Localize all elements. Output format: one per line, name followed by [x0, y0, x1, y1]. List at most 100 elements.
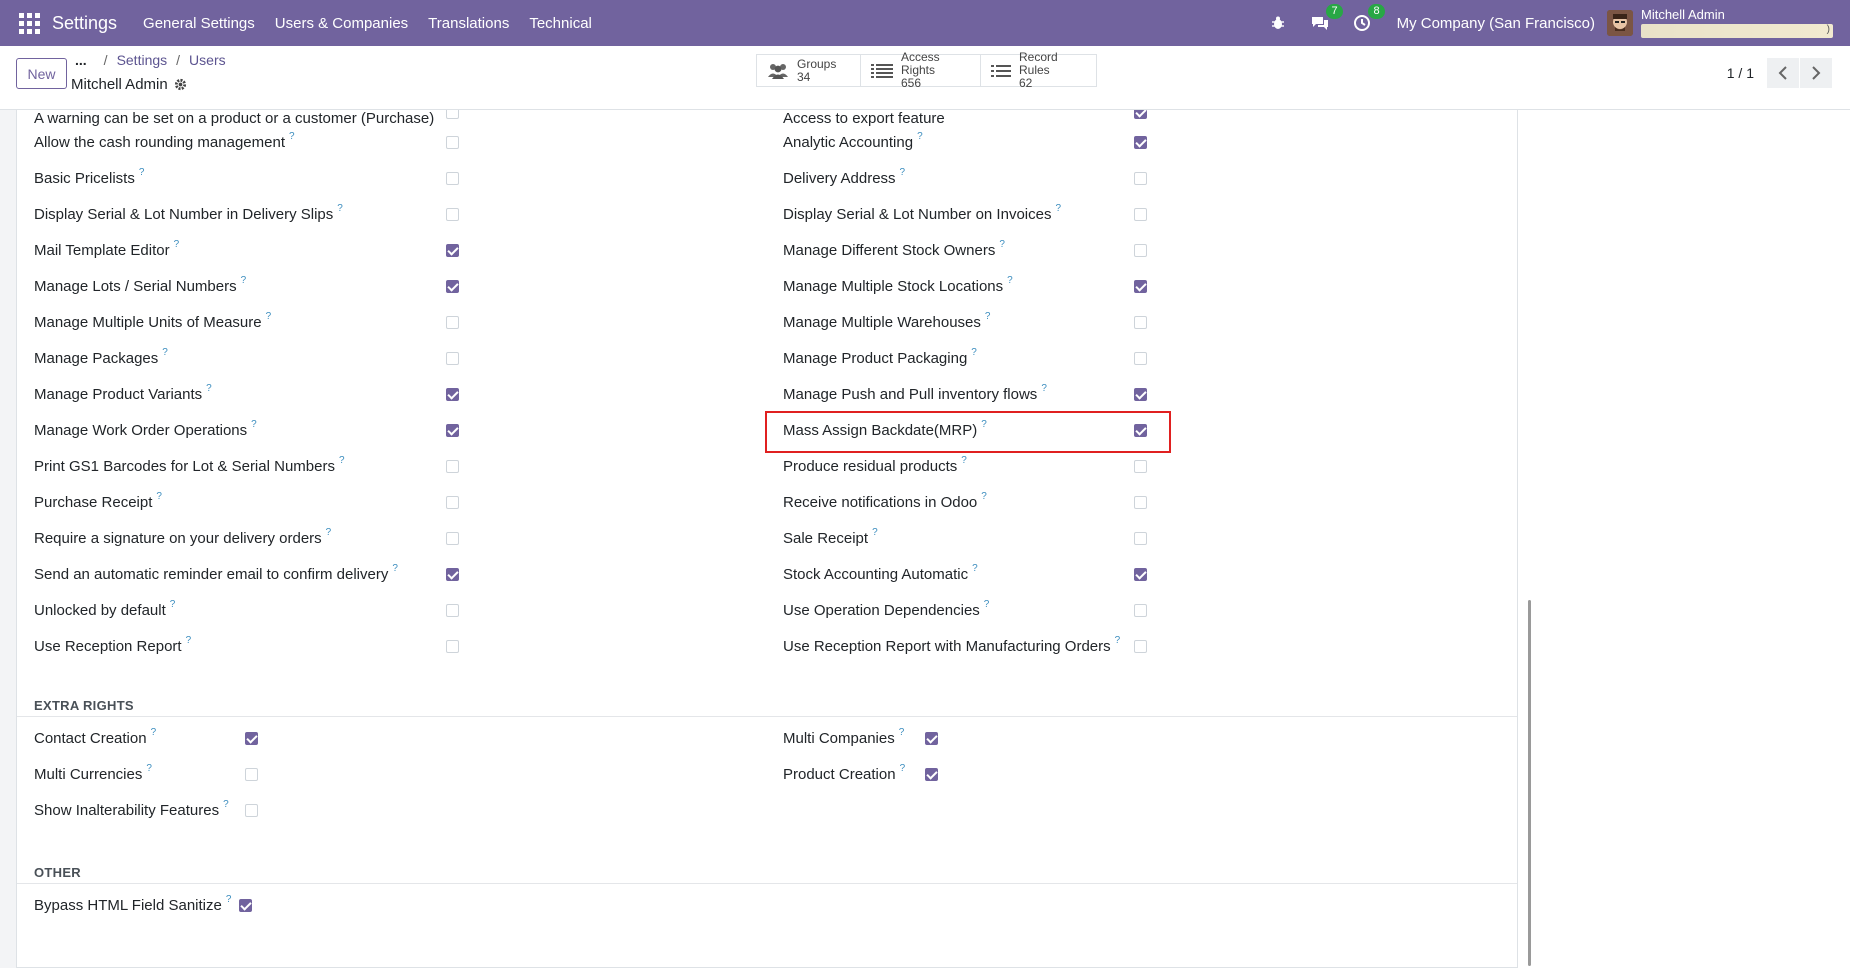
setting-checkbox-show-inalterability-features[interactable] — [245, 804, 258, 817]
help-tooltip-icon[interactable]: ? — [206, 383, 212, 394]
setting-checkbox-produce-residual-products[interactable] — [1134, 460, 1147, 473]
setting-checkbox-multi-currencies[interactable] — [245, 768, 258, 781]
setting-label[interactable]: Use Reception Report — [34, 638, 182, 655]
setting-checkbox-bypass-html-field-sanitize[interactable] — [239, 899, 252, 912]
help-tooltip-icon[interactable]: ? — [251, 419, 257, 430]
help-tooltip-icon[interactable]: ? — [1115, 635, 1121, 646]
help-tooltip-icon[interactable]: ? — [174, 239, 180, 250]
setting-label[interactable]: Manage Multiple Units of Measure — [34, 314, 262, 331]
setting-label[interactable]: Purchase Receipt — [34, 494, 152, 511]
help-tooltip-icon[interactable]: ? — [139, 167, 145, 178]
setting-checkbox-purchase-receipt[interactable] — [446, 496, 459, 509]
user-menu[interactable]: Mitchell Admin ) — [1641, 3, 1833, 43]
setting-checkbox-use-operation-dependencies[interactable] — [1134, 604, 1147, 617]
setting-checkbox-unlocked-by-default[interactable] — [446, 604, 459, 617]
setting-label[interactable]: Mail Template Editor — [34, 242, 170, 259]
help-tooltip-icon[interactable]: ? — [900, 763, 906, 774]
scrollbar[interactable] — [1528, 600, 1531, 966]
setting-label[interactable]: Manage Product Variants — [34, 386, 202, 403]
setting-checkbox-use-reception-report[interactable] — [446, 640, 459, 653]
setting-checkbox-print-gs1-barcodes-for-lot-serial-numbers[interactable] — [446, 460, 459, 473]
help-tooltip-icon[interactable]: ? — [156, 491, 162, 502]
setting-label[interactable]: Manage Work Order Operations — [34, 422, 247, 439]
pager-previous-button[interactable] — [1767, 58, 1799, 88]
debug-bug-icon[interactable] — [1267, 12, 1289, 34]
app-brand[interactable]: Settings — [52, 13, 117, 34]
breadcrumb-settings[interactable]: Settings — [117, 52, 168, 68]
setting-label[interactable]: Manage Lots / Serial Numbers — [34, 278, 237, 295]
setting-label[interactable]: Stock Accounting Automatic — [783, 566, 968, 583]
menu-general-settings[interactable]: General Settings — [143, 15, 255, 32]
setting-label[interactable]: Sale Receipt — [783, 530, 868, 547]
help-tooltip-icon[interactable]: ? — [899, 727, 905, 738]
menu-users-companies[interactable]: Users & Companies — [275, 15, 408, 32]
setting-label[interactable]: Analytic Accounting — [783, 134, 913, 151]
help-tooltip-icon[interactable]: ? — [326, 527, 332, 538]
setting-checkbox-send-an-automatic-reminder-email-to-confirm-delivery[interactable] — [446, 568, 459, 581]
help-tooltip-icon[interactable]: ? — [266, 311, 272, 322]
setting-label[interactable]: Contact Creation — [34, 730, 147, 747]
setting-checkbox-display-serial-lot-number-in-delivery-slips[interactable] — [446, 208, 459, 221]
setting-checkbox-stock-accounting-automatic[interactable] — [1134, 568, 1147, 581]
help-tooltip-icon[interactable]: ? — [186, 635, 192, 646]
help-tooltip-icon[interactable]: ? — [146, 763, 152, 774]
setting-checkbox-partial-right[interactable] — [1134, 110, 1147, 119]
help-tooltip-icon[interactable]: ? — [1041, 383, 1047, 394]
setting-checkbox-manage-product-variants[interactable] — [446, 388, 459, 401]
help-tooltip-icon[interactable]: ? — [981, 491, 987, 502]
setting-label[interactable]: Manage Multiple Stock Locations — [783, 278, 1003, 295]
breadcrumb-more[interactable]: ... — [75, 52, 87, 68]
pager-next-button[interactable] — [1800, 58, 1832, 88]
help-tooltip-icon[interactable]: ? — [900, 167, 906, 178]
help-tooltip-icon[interactable]: ? — [984, 599, 990, 610]
setting-label[interactable]: Use Operation Dependencies — [783, 602, 980, 619]
setting-checkbox-manage-different-stock-owners[interactable] — [1134, 244, 1147, 257]
help-tooltip-icon[interactable]: ? — [223, 799, 229, 810]
help-tooltip-icon[interactable]: ? — [985, 311, 991, 322]
help-tooltip-icon[interactable]: ? — [337, 203, 343, 214]
gear-icon[interactable] — [174, 78, 187, 91]
help-tooltip-icon[interactable]: ? — [241, 275, 247, 286]
help-tooltip-icon[interactable]: ? — [972, 563, 978, 574]
setting-checkbox-basic-pricelists[interactable] — [446, 172, 459, 185]
help-tooltip-icon[interactable]: ? — [289, 131, 295, 142]
setting-checkbox-contact-creation[interactable] — [245, 732, 258, 745]
setting-label[interactable]: Bypass HTML Field Sanitize — [34, 897, 222, 914]
setting-checkbox-multi-companies[interactable] — [925, 732, 938, 745]
company-switcher[interactable]: My Company (San Francisco) — [1397, 15, 1595, 32]
setting-checkbox-manage-multiple-warehouses[interactable] — [1134, 316, 1147, 329]
setting-checkbox-manage-push-and-pull-inventory-flows[interactable] — [1134, 388, 1147, 401]
help-tooltip-icon[interactable]: ? — [917, 131, 923, 142]
new-button[interactable]: New — [16, 58, 67, 89]
setting-checkbox-sale-receipt[interactable] — [1134, 532, 1147, 545]
setting-label[interactable]: Delivery Address — [783, 170, 896, 187]
setting-checkbox-manage-multiple-stock-locations[interactable] — [1134, 280, 1147, 293]
setting-label[interactable]: Manage Push and Pull inventory flows — [783, 386, 1037, 403]
setting-label[interactable]: Unlocked by default — [34, 602, 166, 619]
pager-value[interactable]: 1 / 1 — [1727, 65, 1754, 81]
menu-technical[interactable]: Technical — [529, 15, 592, 32]
setting-checkbox-manage-multiple-units-of-measure[interactable] — [446, 316, 459, 329]
setting-label[interactable]: Manage Different Stock Owners — [783, 242, 995, 259]
setting-checkbox-manage-product-packaging[interactable] — [1134, 352, 1147, 365]
setting-label[interactable]: Print GS1 Barcodes for Lot & Serial Numb… — [34, 458, 335, 475]
setting-label[interactable]: Receive notifications in Odoo — [783, 494, 977, 511]
setting-checkbox-display-serial-lot-number-on-invoices[interactable] — [1134, 208, 1147, 221]
help-tooltip-icon[interactable]: ? — [162, 347, 168, 358]
setting-checkbox-manage-packages[interactable] — [446, 352, 459, 365]
setting-checkbox-manage-lots-serial-numbers[interactable] — [446, 280, 459, 293]
setting-checkbox-delivery-address[interactable] — [1134, 172, 1147, 185]
setting-checkbox-manage-work-order-operations[interactable] — [446, 424, 459, 437]
setting-label[interactable]: Multi Companies — [783, 730, 895, 747]
help-tooltip-icon[interactable]: ? — [999, 239, 1005, 250]
apps-menu-icon[interactable] — [16, 10, 42, 36]
groups-smart-button[interactable]: Groups 34 — [757, 55, 861, 86]
setting-label[interactable]: Require a signature on your delivery ord… — [34, 530, 322, 547]
chat-icon[interactable]: 7 — [1309, 4, 1343, 34]
help-tooltip-icon[interactable]: ? — [339, 455, 345, 466]
setting-label[interactable]: Show Inalterability Features — [34, 802, 219, 819]
setting-label[interactable]: Use Reception Report with Manufacturing … — [783, 638, 1111, 655]
help-tooltip-icon[interactable]: ? — [151, 727, 157, 738]
setting-label[interactable]: Basic Pricelists — [34, 170, 135, 187]
help-tooltip-icon[interactable]: ? — [1055, 203, 1061, 214]
